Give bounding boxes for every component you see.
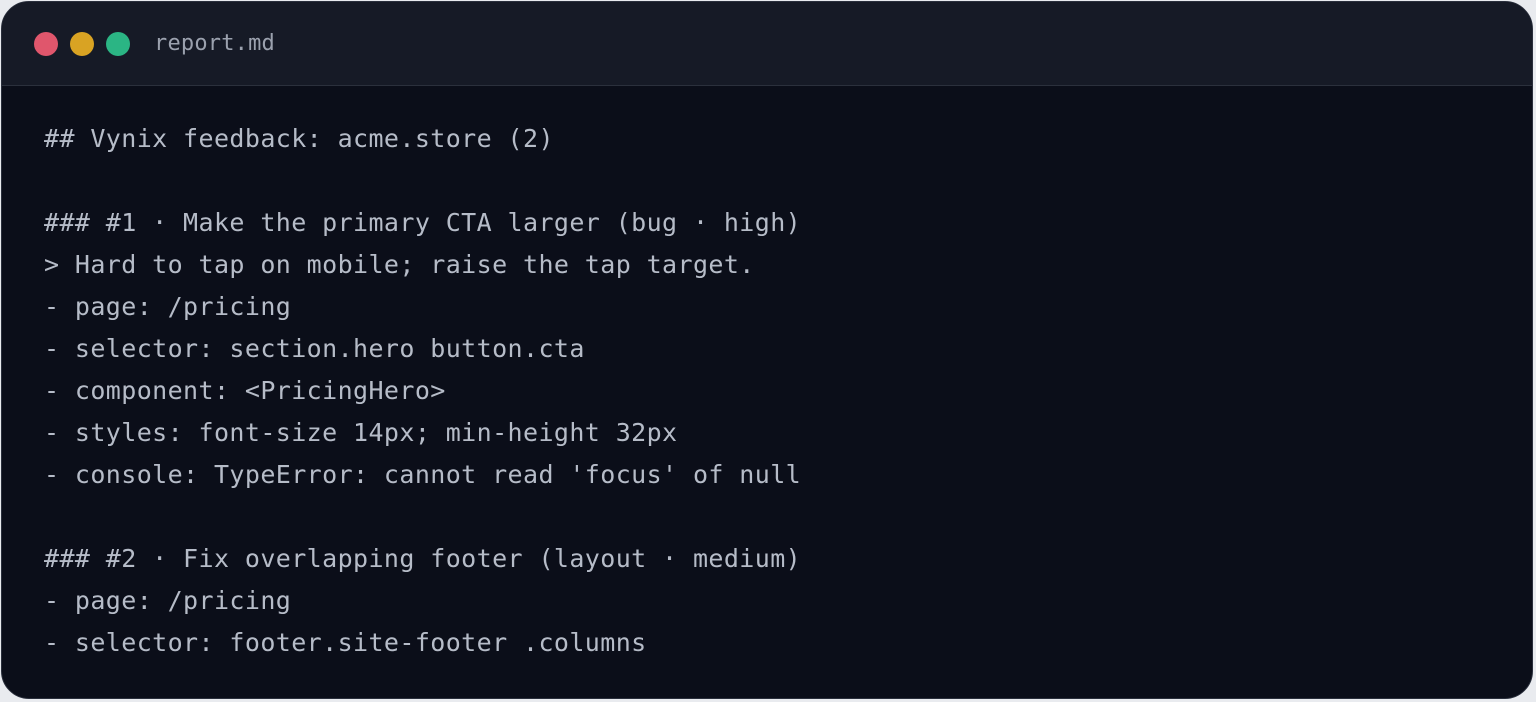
markdown-content[interactable]: ## Vynix feedback: acme.store (2) ### #1… <box>2 86 1532 664</box>
item-field-component: - component: <PricingHero> <box>44 376 446 405</box>
file-name: report.md <box>154 31 276 56</box>
close-window-button[interactable] <box>34 31 58 56</box>
maximize-window-button[interactable] <box>106 31 130 56</box>
title-bar: report.md <box>2 2 1532 86</box>
item-field-styles: - styles: font-size 14px; min-height 32p… <box>44 418 678 447</box>
editor-window: report.md ## Vynix feedback: acme.store … <box>1 1 1533 699</box>
item-field-console: - console: TypeError: cannot read 'focus… <box>44 460 802 489</box>
item-field-selector: - selector: footer.site-footer .columns <box>44 628 647 657</box>
item-heading: ### #1 · Make the primary CTA larger (bu… <box>44 208 802 237</box>
item-field-page: - page: /pricing <box>44 292 292 321</box>
minimize-window-button[interactable] <box>70 31 94 56</box>
item-field-page: - page: /pricing <box>44 586 292 615</box>
item-quote: > Hard to tap on mobile; raise the tap t… <box>44 250 755 279</box>
item-field-selector: - selector: section.hero button.cta <box>44 334 585 363</box>
document-heading: ## Vynix feedback: acme.store (2) <box>44 124 554 153</box>
item-heading: ### #2 · Fix overlapping footer (layout … <box>44 544 802 573</box>
